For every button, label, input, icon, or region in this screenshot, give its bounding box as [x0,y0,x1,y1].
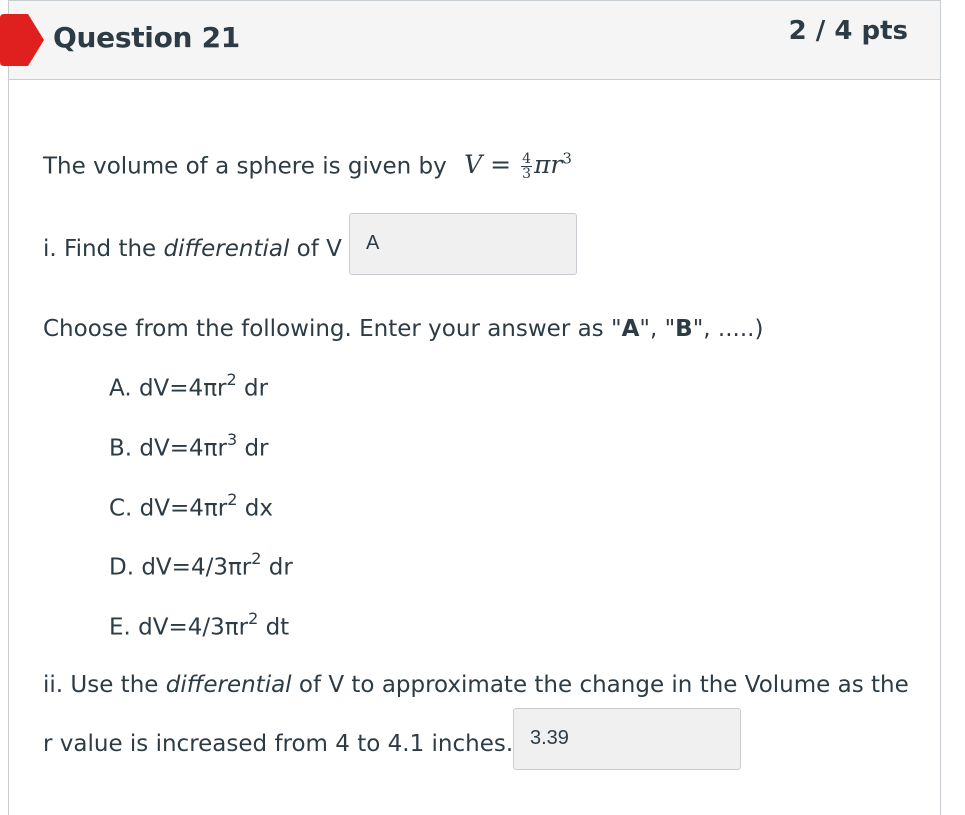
question-body: The volume of a sphere is given by V = 4 3 π… [8,80,941,815]
option-e-tail: dt [258,614,290,641]
instructions-mid: ", " [639,316,676,342]
option-c-tail: dx [237,495,273,522]
option-e: E. dV=4/3πr2 dt [109,609,290,641]
instructions-text-before: Choose from the following. Enter your an… [43,316,622,342]
part1-suffix: of V [289,236,342,262]
part1-answer-input[interactable]: A [349,213,577,275]
option-c-base: C. dV=4πr [109,495,228,522]
part2-prefix: ii. Use the [43,672,166,698]
option-d-tail: dr [261,554,293,581]
option-b: B. dV=4πr3 dr [109,430,269,462]
option-d-base: D. dV=4/3πr [109,554,252,581]
option-d-exponent: 2 [251,549,262,568]
question-title: Question 21 [53,21,240,54]
flag-icon[interactable] [0,14,44,66]
option-a-tail: dr [236,375,269,402]
part1-answer-value: A [366,232,380,254]
option-b-base: B. dV=4πr [109,435,227,462]
part2-suffix: of V to approximate the change in the Vo… [291,672,909,698]
fraction-denominator: 3 [522,166,531,183]
part1-prefix: i. Find the [43,236,164,262]
instructions-option-a: A [621,316,640,342]
formula-exponent: 3 [562,150,572,168]
part1-emph: differential [163,236,290,262]
part2-answer-value: 3.39 [530,727,569,749]
fraction-numerator: 4 [521,151,532,168]
option-c: C. dV=4πr2 dx [109,490,273,522]
formula-equals: = [490,150,512,180]
instructions-line: Choose from the following. Enter your an… [43,316,763,342]
part1-prompt: i. Find the differential of V [43,236,342,262]
quiz-question-page: Question 21 2 / 4 pts The volume of a sp… [0,0,965,815]
option-a: A. dV=4πr2 dr [109,370,269,402]
option-b-tail: dr [237,435,269,462]
instructions-option-b: B [675,316,693,342]
option-e-base: E. dV=4/3πr [109,614,249,641]
question-header: Question 21 2 / 4 pts [8,0,941,80]
option-e-exponent: 2 [248,609,259,628]
part2-answer-input[interactable]: 3.39 [513,708,741,770]
option-a-exponent: 2 [226,370,237,389]
option-c-exponent: 2 [227,490,238,509]
part2-prompt-line2: r value is increased from 4 to 4.1 inche… [43,731,514,757]
question-points: 2 / 4 pts [788,16,908,46]
formula-rhs: πr [534,150,563,180]
question-intro-line: The volume of a sphere is given by V = 4 3 π… [43,150,572,181]
option-b-exponent: 3 [226,430,238,449]
formula-fraction: 43 [521,152,532,181]
option-a-base: A. dV=4πr [109,375,227,402]
part2-emph: differential [165,672,292,698]
part2-prompt: ii. Use the differential of V to approxi… [43,672,909,698]
instructions-text-after: ", .....) [692,316,764,342]
question-intro: The volume of a sphere is given by [43,153,447,180]
formula-lhs: V [464,150,483,180]
option-d: D. dV=4/3πr2 dr [109,549,293,581]
volume-formula: V = 4 3 πr3 [464,150,572,181]
